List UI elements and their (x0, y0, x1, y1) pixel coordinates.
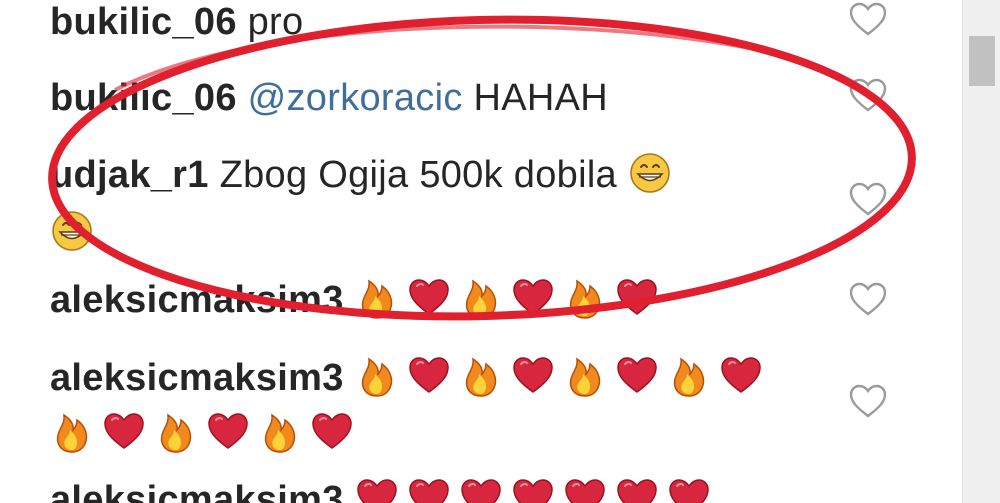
heart-emoji (667, 476, 711, 503)
heart-emoji (615, 276, 659, 320)
comment-item: aleksicmaksim3 (50, 474, 810, 503)
heart-emoji (407, 476, 451, 503)
like-heart-icon[interactable] (848, 180, 888, 220)
comment-text: HAHAH (473, 77, 609, 119)
grin-emoji (50, 209, 94, 253)
comment-username[interactable]: aleksicmaksim3 (50, 279, 344, 321)
fire-emoji (563, 276, 607, 320)
fire-emoji (459, 354, 503, 398)
scrollbar[interactable] (962, 0, 1000, 503)
comments-list: bukilic_06 pro bukilic_06 @zorkoracic HA… (0, 0, 960, 503)
fire-emoji (355, 354, 399, 398)
comment-item: bukilic_06 pro (50, 0, 810, 48)
like-heart-icon[interactable] (848, 280, 888, 320)
heart-emoji (511, 476, 555, 503)
comment-item: aleksicmaksim3 (50, 350, 810, 462)
heart-emoji (511, 276, 555, 320)
comment-text: pro (247, 1, 304, 43)
like-heart-icon[interactable] (848, 76, 888, 116)
heart-emoji (615, 354, 659, 398)
emoji-row (355, 479, 719, 503)
like-heart-icon[interactable] (848, 0, 888, 40)
heart-emoji (407, 354, 451, 398)
scrollbar-thumb[interactable] (969, 36, 995, 86)
heart-emoji (459, 476, 503, 503)
heart-emoji (206, 410, 250, 454)
grin-emoji (628, 151, 672, 195)
heart-emoji (355, 476, 399, 503)
fire-emoji (154, 410, 198, 454)
comment-username[interactable]: bukilic_06 (50, 1, 237, 43)
heart-emoji (102, 410, 146, 454)
comment-text: Zbog Ogija 500k dobila (219, 154, 617, 196)
comment-username[interactable]: aleksicmaksim3 (50, 479, 344, 503)
fire-emoji (667, 354, 711, 398)
heart-emoji (407, 276, 451, 320)
like-heart-icon[interactable] (848, 382, 888, 422)
heart-emoji (563, 476, 607, 503)
comment-username[interactable]: aleksicmaksim3 (50, 357, 344, 399)
comment-mention[interactable]: @zorkoracic (248, 77, 463, 119)
fire-emoji (459, 276, 503, 320)
heart-emoji (511, 354, 555, 398)
heart-emoji (310, 410, 354, 454)
emoji-row (355, 279, 667, 321)
comment-item: bukilic_06 @zorkoracic HAHAH (50, 72, 810, 124)
fire-emoji (258, 410, 302, 454)
fire-emoji (563, 354, 607, 398)
comment-item: aleksicmaksim3 (50, 274, 810, 326)
fire-emoji (50, 410, 94, 454)
comment-item: udjak_r1 Zbog Ogija 500k dobila (50, 146, 810, 262)
heart-emoji (615, 476, 659, 503)
fire-emoji (355, 276, 399, 320)
comment-username[interactable]: udjak_r1 (50, 154, 209, 196)
comment-username[interactable]: bukilic_06 (50, 77, 237, 119)
heart-emoji (719, 354, 763, 398)
